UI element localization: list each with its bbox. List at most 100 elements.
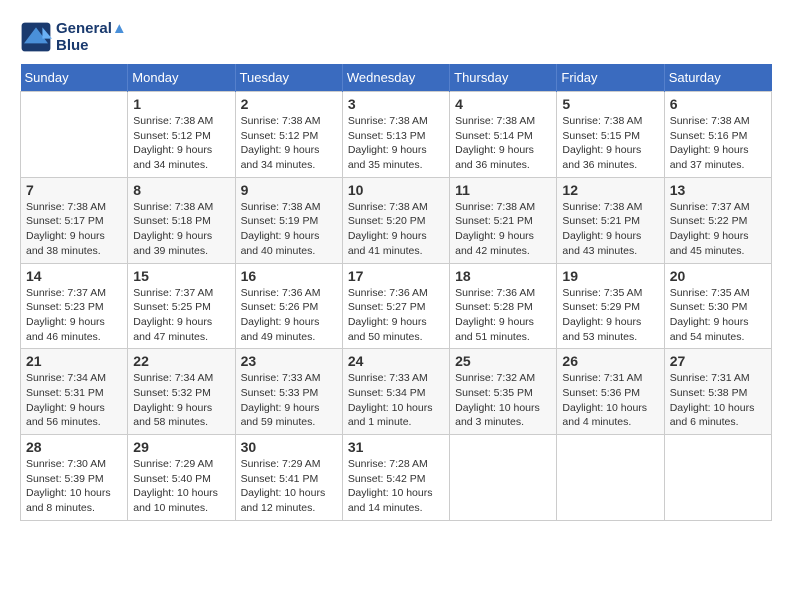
calendar-cell [557,435,664,521]
day-number: 3 [348,96,444,112]
day-number: 17 [348,268,444,284]
calendar-cell: 8 Sunrise: 7:38 AM Sunset: 5:18 PM Daylig… [128,177,235,263]
day-info: Sunrise: 7:38 AM Sunset: 5:15 PM Dayligh… [562,114,658,173]
day-info: Sunrise: 7:36 AM Sunset: 5:26 PM Dayligh… [241,286,337,345]
day-number: 1 [133,96,229,112]
calendar-cell: 28 Sunrise: 7:30 AM Sunset: 5:39 PM Dayli… [21,435,128,521]
day-number: 13 [670,182,766,198]
calendar-cell: 10 Sunrise: 7:38 AM Sunset: 5:20 PM Dayli… [342,177,449,263]
calendar-cell: 5 Sunrise: 7:38 AM Sunset: 5:15 PM Daylig… [557,92,664,178]
day-number: 23 [241,353,337,369]
day-info: Sunrise: 7:37 AM Sunset: 5:25 PM Dayligh… [133,286,229,345]
day-number: 30 [241,439,337,455]
day-number: 5 [562,96,658,112]
day-info: Sunrise: 7:30 AM Sunset: 5:39 PM Dayligh… [26,457,122,516]
calendar-cell: 19Sunrise: 7:35 AM Sunset: 5:29 PM Dayli… [557,263,664,349]
calendar-week-2: 7 Sunrise: 7:38 AM Sunset: 5:17 PM Daylig… [21,177,772,263]
calendar-cell: 15 Sunrise: 7:37 AM Sunset: 5:25 PM Dayli… [128,263,235,349]
calendar-cell: 27Sunrise: 7:31 AM Sunset: 5:38 PM Dayli… [664,349,771,435]
day-info: Sunrise: 7:35 AM Sunset: 5:30 PM Dayligh… [670,286,766,345]
day-info: Sunrise: 7:35 AM Sunset: 5:29 PM Dayligh… [562,286,658,345]
day-number: 25 [455,353,551,369]
day-info: Sunrise: 7:38 AM Sunset: 5:18 PM Dayligh… [133,200,229,259]
day-info: Sunrise: 7:38 AM Sunset: 5:21 PM Dayligh… [562,200,658,259]
day-number: 11 [455,182,551,198]
day-info: Sunrise: 7:31 AM Sunset: 5:36 PM Dayligh… [562,371,658,430]
calendar-cell [450,435,557,521]
day-info: Sunrise: 7:38 AM Sunset: 5:20 PM Dayligh… [348,200,444,259]
day-number: 29 [133,439,229,455]
day-number: 31 [348,439,444,455]
day-info: Sunrise: 7:38 AM Sunset: 5:19 PM Dayligh… [241,200,337,259]
day-number: 8 [133,182,229,198]
day-info: Sunrise: 7:38 AM Sunset: 5:13 PM Dayligh… [348,114,444,173]
day-number: 20 [670,268,766,284]
day-number: 28 [26,439,122,455]
logo: General▲ Blue [20,20,127,54]
day-number: 15 [133,268,229,284]
day-info: Sunrise: 7:37 AM Sunset: 5:22 PM Dayligh… [670,200,766,259]
calendar-week-5: 28 Sunrise: 7:30 AM Sunset: 5:39 PM Dayli… [21,435,772,521]
calendar-cell [664,435,771,521]
header-friday: Friday [557,64,664,92]
calendar-cell: 4Sunrise: 7:38 AM Sunset: 5:14 PM Daylig… [450,92,557,178]
day-number: 21 [26,353,122,369]
calendar-cell: 21 Sunrise: 7:34 AM Sunset: 5:31 PM Dayli… [21,349,128,435]
day-number: 14 [26,268,122,284]
calendar-cell: 31 Sunrise: 7:28 AM Sunset: 5:42 PM Dayli… [342,435,449,521]
day-info: Sunrise: 7:29 AM Sunset: 5:40 PM Dayligh… [133,457,229,516]
day-info: Sunrise: 7:38 AM Sunset: 5:12 PM Dayligh… [133,114,229,173]
calendar-cell: 18 Sunrise: 7:36 AM Sunset: 5:28 PM Dayli… [450,263,557,349]
calendar-body: 1 Sunrise: 7:38 AM Sunset: 5:12 PM Daylig… [21,92,772,521]
calendar-cell: 22 Sunrise: 7:34 AM Sunset: 5:32 PM Dayli… [128,349,235,435]
calendar-cell: 6Sunrise: 7:38 AM Sunset: 5:16 PM Daylig… [664,92,771,178]
calendar-cell: 11 Sunrise: 7:38 AM Sunset: 5:21 PM Dayli… [450,177,557,263]
calendar-cell: 7 Sunrise: 7:38 AM Sunset: 5:17 PM Daylig… [21,177,128,263]
header-wednesday: Wednesday [342,64,449,92]
calendar-cell: 24Sunrise: 7:33 AM Sunset: 5:34 PM Dayli… [342,349,449,435]
day-info: Sunrise: 7:36 AM Sunset: 5:27 PM Dayligh… [348,286,444,345]
day-info: Sunrise: 7:34 AM Sunset: 5:31 PM Dayligh… [26,371,122,430]
page-header: General▲ Blue [20,20,772,54]
calendar-header: SundayMondayTuesdayWednesdayThursdayFrid… [21,64,772,92]
day-info: Sunrise: 7:36 AM Sunset: 5:28 PM Dayligh… [455,286,551,345]
calendar-cell [21,92,128,178]
calendar-cell: 23 Sunrise: 7:33 AM Sunset: 5:33 PM Dayli… [235,349,342,435]
header-sunday: Sunday [21,64,128,92]
day-number: 6 [670,96,766,112]
calendar-cell: 29 Sunrise: 7:29 AM Sunset: 5:40 PM Dayli… [128,435,235,521]
calendar-cell: 14 Sunrise: 7:37 AM Sunset: 5:23 PM Dayli… [21,263,128,349]
calendar-cell: 9 Sunrise: 7:38 AM Sunset: 5:19 PM Daylig… [235,177,342,263]
header-tuesday: Tuesday [235,64,342,92]
header-thursday: Thursday [450,64,557,92]
day-number: 26 [562,353,658,369]
day-info: Sunrise: 7:29 AM Sunset: 5:41 PM Dayligh… [241,457,337,516]
calendar-cell: 12 Sunrise: 7:38 AM Sunset: 5:21 PM Dayli… [557,177,664,263]
day-number: 18 [455,268,551,284]
day-number: 9 [241,182,337,198]
header-saturday: Saturday [664,64,771,92]
day-info: Sunrise: 7:38 AM Sunset: 5:12 PM Dayligh… [241,114,337,173]
calendar-cell: 26 Sunrise: 7:31 AM Sunset: 5:36 PM Dayli… [557,349,664,435]
calendar-week-1: 1 Sunrise: 7:38 AM Sunset: 5:12 PM Daylig… [21,92,772,178]
calendar-cell: 3 Sunrise: 7:38 AM Sunset: 5:13 PM Daylig… [342,92,449,178]
header-monday: Monday [128,64,235,92]
day-info: Sunrise: 7:28 AM Sunset: 5:42 PM Dayligh… [348,457,444,516]
day-info: Sunrise: 7:34 AM Sunset: 5:32 PM Dayligh… [133,371,229,430]
calendar-cell: 13 Sunrise: 7:37 AM Sunset: 5:22 PM Dayli… [664,177,771,263]
day-info: Sunrise: 7:37 AM Sunset: 5:23 PM Dayligh… [26,286,122,345]
day-number: 16 [241,268,337,284]
day-number: 22 [133,353,229,369]
day-number: 7 [26,182,122,198]
day-info: Sunrise: 7:33 AM Sunset: 5:33 PM Dayligh… [241,371,337,430]
calendar-cell: 17 Sunrise: 7:36 AM Sunset: 5:27 PM Dayli… [342,263,449,349]
calendar-cell: 25Sunrise: 7:32 AM Sunset: 5:35 PM Dayli… [450,349,557,435]
day-info: Sunrise: 7:38 AM Sunset: 5:17 PM Dayligh… [26,200,122,259]
calendar-week-3: 14 Sunrise: 7:37 AM Sunset: 5:23 PM Dayli… [21,263,772,349]
day-number: 12 [562,182,658,198]
calendar-cell: 16 Sunrise: 7:36 AM Sunset: 5:26 PM Dayli… [235,263,342,349]
day-number: 10 [348,182,444,198]
calendar-cell: 20 Sunrise: 7:35 AM Sunset: 5:30 PM Dayli… [664,263,771,349]
day-info: Sunrise: 7:38 AM Sunset: 5:21 PM Dayligh… [455,200,551,259]
logo-text: General▲ Blue [56,20,127,54]
